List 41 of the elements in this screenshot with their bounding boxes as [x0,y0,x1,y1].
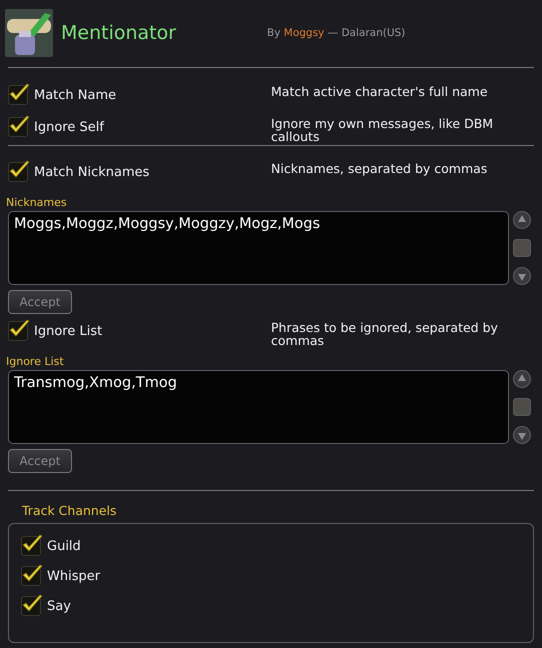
option-description: Ignore my own messages, like DBM callouts [271,117,494,143]
scroll-thumb-icon[interactable] [513,239,531,257]
option-label: Ignore List [34,324,102,338]
checkbox[interactable] [8,85,28,105]
accept-button[interactable]: Accept [8,290,72,314]
addon-title: Mentionator [61,22,178,44]
option-description: Nicknames, separated by commas [271,162,488,175]
author-byline: By Moggsy — Dalaran(US) [267,27,406,39]
checkbox[interactable] [8,117,28,137]
option-description: Match active character's full name [271,85,489,98]
scroll-down-icon[interactable] [513,267,531,285]
checkmark-icon [21,594,43,614]
checkbox[interactable] [8,321,28,341]
option-description: Phrases to be ignored, separated by commas [271,321,499,347]
scroll-up-icon[interactable] [513,370,531,388]
scroll-up-icon[interactable] [513,211,531,229]
scroll-down-icon[interactable] [513,426,531,444]
channel-label: Say [47,598,71,614]
checkmark-icon [21,534,43,554]
section-title: Track Channels [22,503,118,518]
option-label: Match Nicknames [34,164,150,180]
checkmark-icon [8,319,30,339]
text-area[interactable]: Transmog,Xmog,Tmog [8,370,509,444]
option-label: Match Name [34,88,116,102]
field-label: Nicknames [6,196,68,209]
checkbox[interactable] [8,162,28,182]
checkbox[interactable] [21,596,41,616]
checkmark-icon [8,83,30,103]
checkbox[interactable] [21,536,41,556]
checkbox[interactable] [21,566,41,586]
channel-label: Whisper [47,568,100,584]
channel-label: Guild [47,538,81,554]
field-label: Ignore List [6,355,65,368]
accept-button[interactable]: Accept [8,449,72,473]
checkmark-icon [21,564,43,584]
checkmark-icon [8,115,30,135]
text-area[interactable]: Moggs,Moggz,Moggsy,Moggzy,Mogz,Mogs [8,211,509,285]
checkmark-icon [8,160,30,180]
option-label: Ignore Self [34,120,104,134]
quill-scroll-icon [5,9,53,57]
scroll-thumb-icon[interactable] [513,398,531,416]
